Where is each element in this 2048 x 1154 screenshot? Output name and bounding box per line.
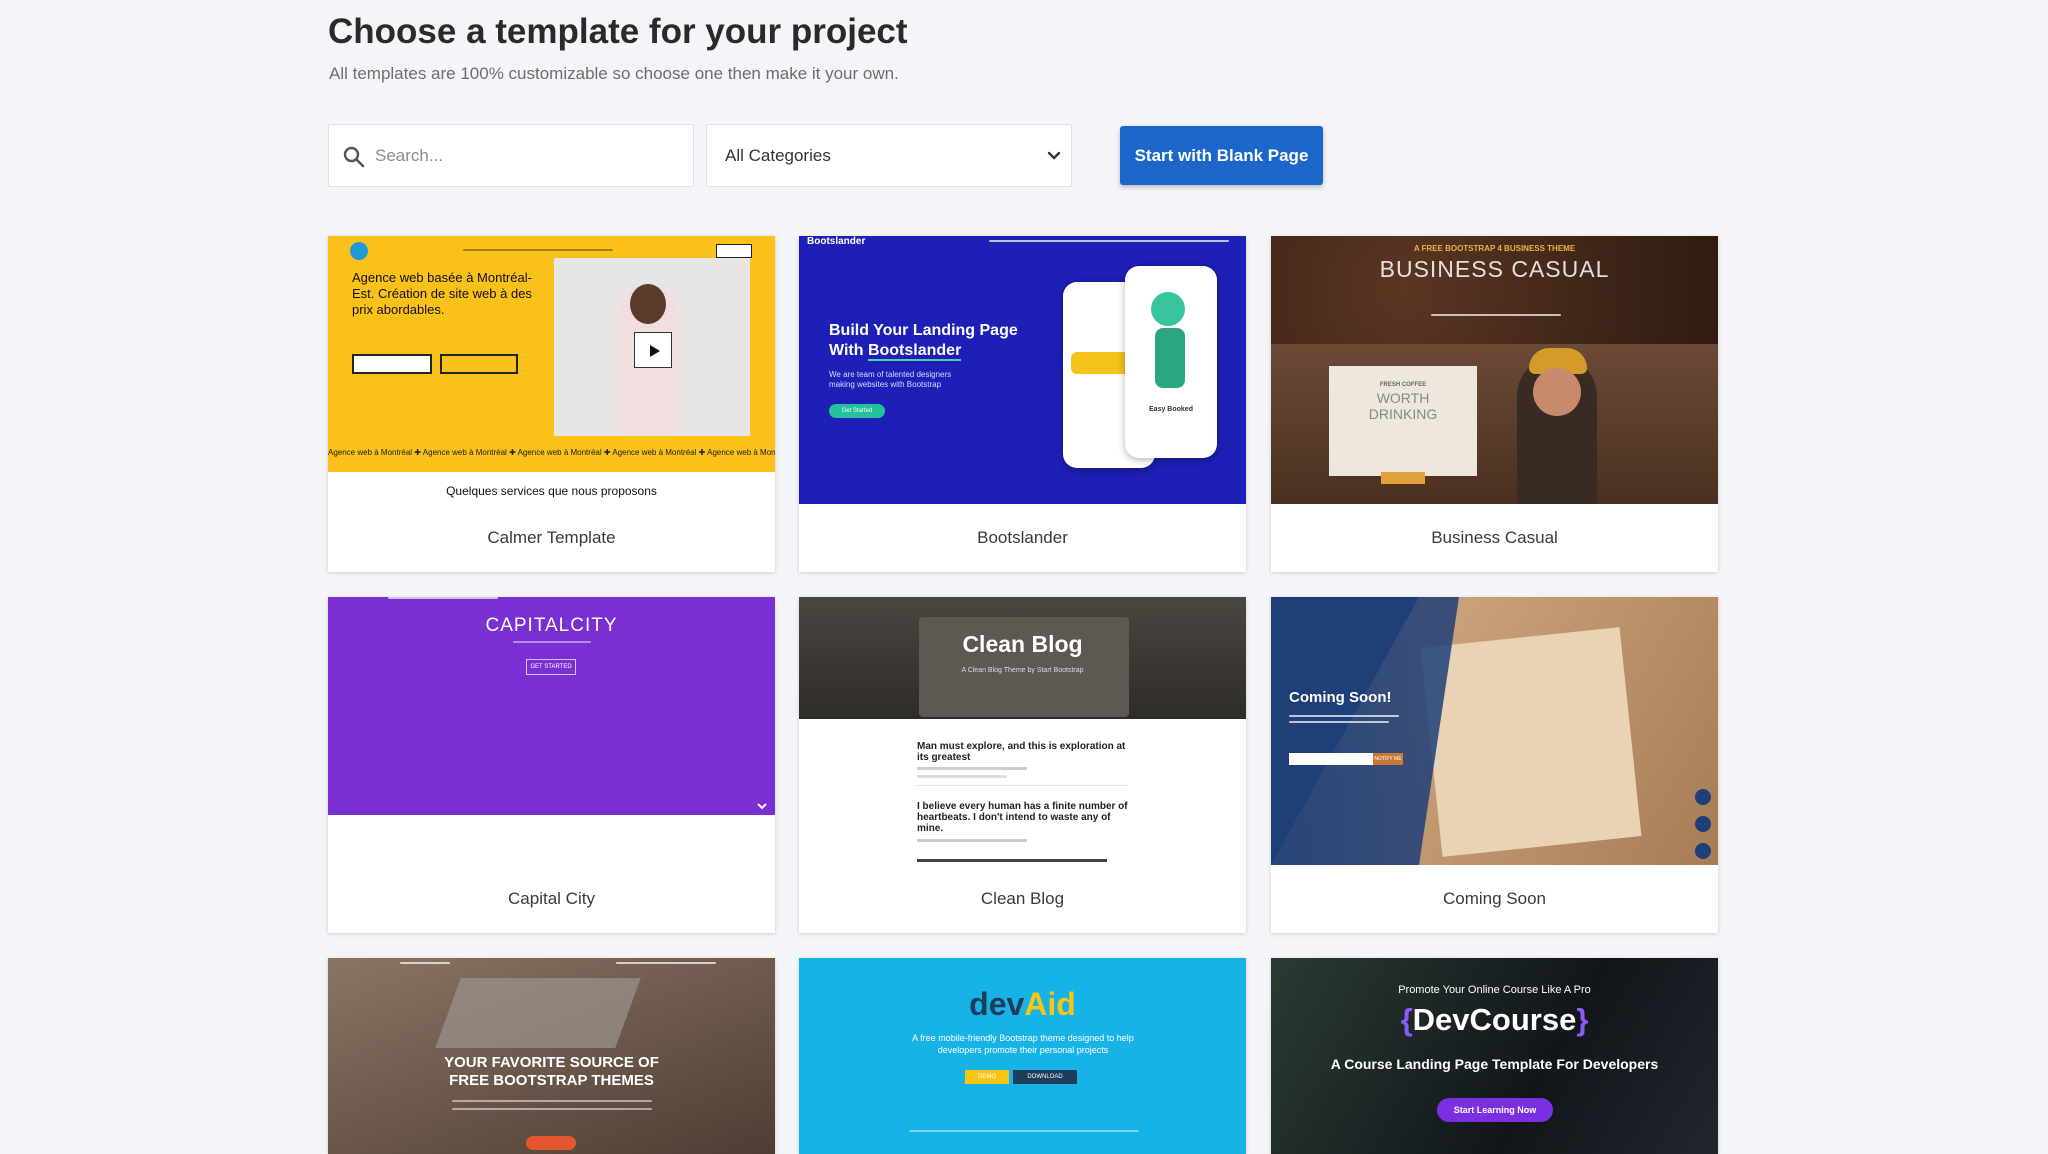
- preview-ticker: Agence web à Montréal: [517, 448, 602, 457]
- toolbar: All Categories Start with Blank Page: [328, 124, 1328, 187]
- chevron-down-icon: [1047, 151, 1061, 160]
- preview-title: DevCourse: [1412, 1002, 1577, 1037]
- template-preview: Clean Blog A Clean Blog Theme by Start B…: [799, 597, 1246, 865]
- page-subtitle: All templates are 100% customizable so c…: [329, 64, 899, 83]
- template-preview: A FREE BOOTSTRAP 4 BUSINESS THEME BUSINE…: [1271, 236, 1718, 504]
- preview-card-label: Easy Booked: [1149, 406, 1193, 413]
- preview-title: Coming Soon!: [1289, 689, 1392, 706]
- preview-kicker: A FREE BOOTSTRAP 4 BUSINESS THEME: [1413, 244, 1576, 253]
- preview-title: BUSINESS CASUAL: [1379, 256, 1610, 282]
- start-blank-page-button[interactable]: Start with Blank Page: [1120, 126, 1323, 185]
- preview-text: A free mobile-friendly Bootstrap theme d…: [912, 1033, 1134, 1055]
- preview-title-b: Aid: [1024, 986, 1076, 1022]
- preview-post-1: Man must explore, and this is exploratio…: [917, 741, 1126, 763]
- template-preview: CAPITALCITY GET STARTED: [328, 597, 775, 865]
- template-card-bootslander[interactable]: Bootslander Build Your Landing Page With…: [799, 236, 1246, 572]
- preview-button: Start Learning Now: [1437, 1098, 1553, 1122]
- preview-headline-1: Build Your Landing Page: [829, 322, 1018, 339]
- preview-ticker: Agence web à Montréal: [612, 448, 697, 457]
- template-card-9[interactable]: Promote Your Online Course Like A Pro {D…: [1271, 958, 1718, 1154]
- preview-box-line1: FRESH COFFEE: [1379, 382, 1427, 388]
- preview-brand: Bootslander: [807, 236, 866, 247]
- preview-title-line1: YOUR FAVORITE SOURCE OF: [444, 1054, 659, 1071]
- template-preview: Agence web basée à Montréal-Est. Créatio…: [328, 236, 775, 504]
- preview-box-line2: WORTH: [1376, 390, 1430, 406]
- category-select[interactable]: All Categories: [706, 124, 1072, 187]
- preview-headline: Agence web basée à Montréal-Est. Créatio…: [352, 270, 532, 317]
- preview-footer-text: Quelques services que nous proposons: [446, 484, 657, 498]
- preview-ticker: Agence web à Montréal: [707, 448, 775, 457]
- preview-box-line3: DRINKING: [1368, 406, 1438, 422]
- play-icon: [634, 332, 672, 368]
- search-icon: [343, 146, 365, 168]
- preview-title-line2: FREE BOOTSTRAP THEMES: [449, 1072, 654, 1089]
- preview-title: Clean Blog: [962, 631, 1083, 657]
- preview-title: CAPITALCITY: [485, 615, 618, 636]
- template-name: Clean Blog: [980, 889, 1065, 908]
- template-card-business-casual[interactable]: A FREE BOOTSTRAP 4 BUSINESS THEME BUSINE…: [1271, 236, 1718, 572]
- template-card-7[interactable]: YOUR FAVORITE SOURCE OF FREE BOOTSTRAP T…: [328, 958, 775, 1154]
- template-preview: Bootslander Build Your Landing Page With…: [799, 236, 1246, 504]
- preview-ticker: Agence web à Montréal: [422, 448, 507, 457]
- template-card-clean-blog[interactable]: Clean Blog A Clean Blog Theme by Start B…: [799, 597, 1246, 933]
- preview-subtitle: A Course Landing Page Template For Devel…: [1330, 1056, 1659, 1072]
- search-input[interactable]: [375, 135, 680, 177]
- social-icon: [1695, 843, 1711, 859]
- template-card-8[interactable]: devAid A free mobile-friendly Bootstrap …: [799, 958, 1246, 1154]
- preview-headline-2-brand: Bootslander: [867, 342, 962, 361]
- template-preview: Coming Soon! NOTIFY ME: [1271, 597, 1718, 865]
- template-name: Business Casual: [1431, 528, 1558, 547]
- category-select-value: All Categories: [725, 146, 831, 165]
- preview-button: Get Started: [829, 404, 885, 418]
- search-box[interactable]: [328, 124, 694, 187]
- preview-kicker: Promote Your Online Course Like A Pro: [1398, 984, 1591, 996]
- preview-button: GET STARTED: [526, 659, 576, 675]
- template-preview: YOUR FAVORITE SOURCE OF FREE BOOTSTRAP T…: [328, 958, 775, 1154]
- template-name: Coming Soon: [1442, 889, 1546, 908]
- template-preview: Promote Your Online Course Like A Pro {D…: [1271, 958, 1718, 1154]
- preview-title-a: dev: [969, 986, 1025, 1022]
- template-card-capital-city[interactable]: CAPITALCITY GET STARTED Capital City: [328, 597, 775, 933]
- preview-ticker: Agence web à Montréal: [328, 448, 413, 457]
- preview-headline-2-prefix: With: [829, 342, 868, 359]
- chevron-down-icon: [757, 803, 767, 810]
- template-card-coming-soon[interactable]: Coming Soon! NOTIFY ME Coming Soon: [1271, 597, 1718, 933]
- template-preview: devAid A free mobile-friendly Bootstrap …: [799, 958, 1246, 1154]
- preview-button-2: DOWNLOAD: [1013, 1070, 1077, 1084]
- template-name: Calmer Template: [487, 528, 616, 547]
- preview-subtitle: A Clean Blog Theme by Start Bootstrap: [961, 667, 1084, 674]
- template-name: Capital City: [508, 889, 595, 908]
- social-icon: [1695, 816, 1711, 832]
- social-icon: [1695, 789, 1711, 805]
- template-chooser-page: Choose a template for your project All t…: [0, 0, 2048, 1154]
- template-card-calmer[interactable]: Agence web basée à Montréal-Est. Créatio…: [328, 236, 775, 572]
- preview-button-1: DEMO: [965, 1070, 1009, 1084]
- template-name: Bootslander: [977, 528, 1068, 547]
- preview-button: NOTIFY ME: [1373, 753, 1403, 765]
- preview-text: We are team of talented designers making…: [829, 370, 952, 389]
- preview-post-2: I believe every human has a finite numbe…: [917, 801, 1128, 834]
- logo-icon: [350, 242, 368, 260]
- page-title: Choose a template for your project: [328, 12, 908, 51]
